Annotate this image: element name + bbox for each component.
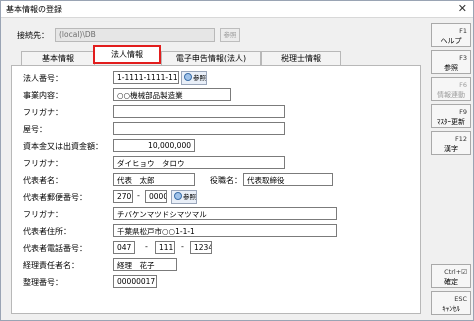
cancel-button[interactable]: ESC ｷｬﾝｾﾙ xyxy=(431,291,471,315)
capital-label: 資本金又は出資金額： xyxy=(23,142,103,151)
lookup-icon xyxy=(174,192,182,200)
rep-zip-row: 代表者郵便番号： 270 - 0000 参照 xyxy=(23,190,423,204)
tab-basic-info[interactable]: 基本情報 xyxy=(21,51,95,66)
ref-number-field[interactable]: 00000017 xyxy=(113,275,157,288)
rep-address-label: 代表者住所： xyxy=(23,227,71,236)
rep-name-label: 代表者名： xyxy=(23,176,63,185)
rep-phone-row: 代表者電話番号： 047 - 111 - 1234 xyxy=(23,241,423,255)
phone-part2-field[interactable]: 111 xyxy=(155,241,175,254)
confirm-button[interactable]: Ctrl+☑ 確定 xyxy=(431,264,471,288)
title-bar: 基本情報の登録 ✕ xyxy=(1,1,473,18)
tab-corporate-info[interactable]: 法人情報 xyxy=(93,45,161,64)
capital-field[interactable]: 10,000,000 xyxy=(113,139,195,152)
rep-title-field[interactable]: 代表取締役 xyxy=(243,173,333,186)
key-label: F6 xyxy=(459,81,467,89)
zip-lookup-button[interactable]: 参照 xyxy=(171,190,197,204)
business-label: 事業内容： xyxy=(23,91,63,100)
furigana-label-3: フリガナ： xyxy=(23,210,63,219)
tab-e-filing-info[interactable]: 電子申告情報(法人) xyxy=(161,51,261,66)
key-label: ESC xyxy=(454,295,467,303)
f3-reference-button[interactable]: F3 参照 xyxy=(431,50,471,74)
corp-number-lookup-button[interactable]: 参照 xyxy=(181,71,207,85)
tab-tax-accountant-info[interactable]: 税理士情報 xyxy=(261,51,341,66)
furigana-row-2: フリガナ： ダイヒョウ タロウ xyxy=(23,156,423,170)
button-label: 確定 xyxy=(444,278,458,286)
phone-part3-field[interactable]: 1234 xyxy=(190,241,212,254)
capital-row: 資本金又は出資金額： 10,000,000 xyxy=(23,139,423,153)
trade-name-row: 屋号： xyxy=(23,122,423,136)
rep-zip-label: 代表者郵便番号： xyxy=(23,193,87,202)
zip-part2-field[interactable]: 0000 xyxy=(145,190,167,203)
rep-address-field[interactable]: 千葉県松戸市○○1-1-1 xyxy=(113,224,337,237)
trade-name-label: 屋号： xyxy=(23,125,47,134)
button-label: ヘルプ xyxy=(440,37,462,45)
connection-row: 接続先： (local)\DB 参照 xyxy=(17,28,437,43)
connection-browse-button: 参照 xyxy=(220,28,240,42)
key-label: F9 xyxy=(459,108,467,116)
business-field[interactable]: ○○機械部品製造業 xyxy=(113,88,231,101)
ref-number-row: 整理番号： 00000017 xyxy=(23,275,423,289)
rep-name-field[interactable]: 代表 太郎 xyxy=(113,173,195,186)
rep-phone-label: 代表者電話番号： xyxy=(23,244,87,253)
button-label: 参照 xyxy=(444,64,458,72)
key-label: Ctrl+☑ xyxy=(444,268,467,276)
furigana-row-1: フリガナ： xyxy=(23,105,423,119)
button-label: 漢字 xyxy=(444,145,458,153)
f6-info-link-button: F6 情報連動 xyxy=(431,77,471,101)
corp-number-label: 法人番号： xyxy=(23,74,63,83)
window-title: 基本情報の登録 xyxy=(6,5,62,14)
button-label: ｷｬﾝｾﾙ xyxy=(442,305,460,313)
f12-kanji-button[interactable]: F12 漢字 xyxy=(431,131,471,155)
rep-address-row: 代表者住所： 千葉県松戸市○○1-1-1 xyxy=(23,224,423,238)
business-row: 事業内容： ○○機械部品製造業 xyxy=(23,88,423,102)
rep-title-label: 役職名： xyxy=(210,176,242,185)
key-label: F3 xyxy=(459,54,467,62)
accountant-field[interactable]: 経理 花子 xyxy=(113,258,177,271)
corp-number-row: 法人番号： 1-1111-1111-1111 参照 xyxy=(23,71,423,85)
zip-part1-field[interactable]: 270 xyxy=(113,190,133,203)
phone-separator-2: - xyxy=(181,242,184,251)
key-label: F1 xyxy=(459,27,467,35)
lookup-label: 参照 xyxy=(183,193,196,201)
dialog-window: 基本情報の登録 ✕ 接続先： (local)\DB 参照 基本情報 法人情報 電… xyxy=(0,0,474,321)
corp-number-field[interactable]: 1-1111-1111-1111 xyxy=(113,71,179,84)
trade-name-field[interactable] xyxy=(113,122,285,135)
phone-separator-1: - xyxy=(145,242,148,251)
furigana-row-3: フリガナ： チバケンマツドシマツマル xyxy=(23,207,423,221)
furigana-label-2: フリガナ： xyxy=(23,159,63,168)
tab-bar: 基本情報 法人情報 電子申告情報(法人) 税理士情報 xyxy=(11,45,421,66)
furigana-field-1[interactable] xyxy=(113,105,285,118)
zip-separator: - xyxy=(137,191,140,200)
connection-field: (local)\DB xyxy=(55,28,215,42)
ref-number-label: 整理番号： xyxy=(23,278,63,287)
f1-help-button[interactable]: F1 ヘルプ xyxy=(431,23,471,47)
rep-name-row: 代表者名： 代表 太郎 役職名： 代表取締役 xyxy=(23,173,423,187)
lookup-label: 参照 xyxy=(193,74,206,82)
connection-label: 接続先： xyxy=(17,31,49,40)
accountant-row: 経理責任者名： 経理 花子 xyxy=(23,258,423,272)
phone-part1-field[interactable]: 047 xyxy=(113,241,135,254)
button-label: 情報連動 xyxy=(437,91,465,99)
furigana-field-2[interactable]: ダイヒョウ タロウ xyxy=(113,156,285,169)
furigana-label-1: フリガナ： xyxy=(23,108,63,117)
key-label: F12 xyxy=(454,135,467,143)
furigana-field-3[interactable]: チバケンマツドシマツマル xyxy=(113,207,337,220)
f9-master-update-button[interactable]: F9 ﾏｽﾀｰ更新 xyxy=(431,104,471,128)
close-icon[interactable]: ✕ xyxy=(458,2,467,15)
accountant-label: 経理責任者名： xyxy=(23,261,79,270)
button-label: ﾏｽﾀｰ更新 xyxy=(437,118,465,126)
lookup-icon xyxy=(184,73,192,81)
